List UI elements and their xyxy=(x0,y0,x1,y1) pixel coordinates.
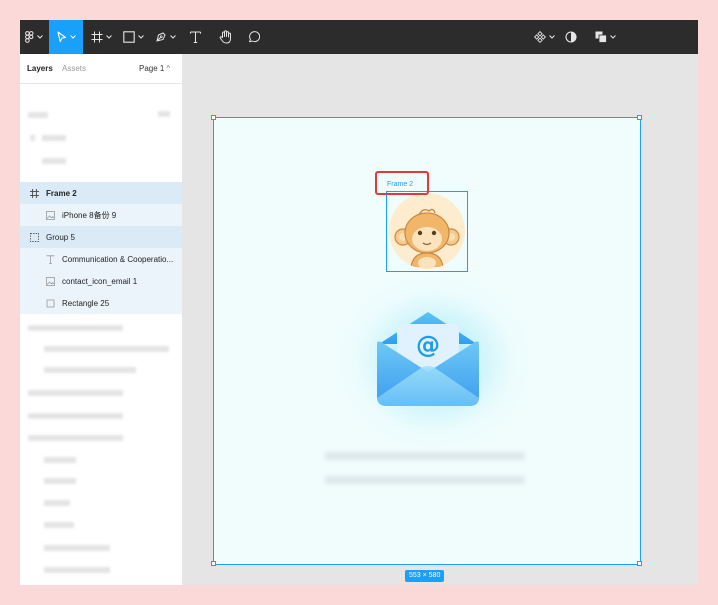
resize-handle[interactable] xyxy=(637,115,642,120)
layers-panel: Layers Assets Page 1 ^ Frame 2 iPhone 8备份… xyxy=(20,54,183,585)
obscured-text xyxy=(325,452,525,460)
chevron-down-icon xyxy=(548,35,555,39)
image-icon xyxy=(44,275,56,287)
obscured-layer xyxy=(28,413,123,419)
obscured-layer xyxy=(42,135,66,141)
contrast-icon xyxy=(565,31,577,43)
main-menu-button[interactable] xyxy=(20,20,48,54)
tab-assets[interactable]: Assets xyxy=(62,64,86,73)
chevron-down-icon xyxy=(137,35,144,39)
layer-row-group-5[interactable]: Group 5 xyxy=(20,226,182,248)
move-tool-button[interactable] xyxy=(49,20,83,54)
obscured-layer xyxy=(28,325,123,331)
obscured-layer xyxy=(158,111,170,117)
layer-row-communication[interactable]: Communication & Cooperatio... xyxy=(20,248,182,270)
mask-button[interactable] xyxy=(560,20,582,54)
layer-label: Frame 2 xyxy=(46,188,77,198)
dimension-badge: 553 × 580 xyxy=(405,570,445,582)
toolbar xyxy=(20,20,698,54)
figma-window: Layers Assets Page 1 ^ Frame 2 iPhone 8备份… xyxy=(20,20,698,585)
obscured-layer xyxy=(44,346,169,352)
chevron-down-icon xyxy=(609,35,616,39)
pen-tool-button[interactable] xyxy=(150,20,180,54)
layer-label: Group 5 xyxy=(46,232,75,242)
layer-row-iphone[interactable]: iPhone 8备份 9 xyxy=(20,204,182,226)
obscured-layer xyxy=(44,567,110,573)
resize-handle[interactable] xyxy=(211,561,216,566)
image-icon xyxy=(44,209,56,221)
layer-label: Rectangle 25 xyxy=(62,298,110,308)
obscured-layer xyxy=(44,367,136,373)
obscured-layer xyxy=(28,112,48,118)
annotation-highlight xyxy=(375,171,429,195)
hand-icon xyxy=(219,30,231,44)
obscured-layer xyxy=(44,545,110,551)
layer-row-frame-2[interactable]: Frame 2 xyxy=(20,182,182,204)
text-tool-button[interactable] xyxy=(183,20,207,54)
layer-label: contact_icon_email 1 xyxy=(62,276,138,286)
at-sign-label: @ xyxy=(416,331,440,359)
obscured-layer xyxy=(44,500,70,506)
chevron-down-icon xyxy=(169,35,176,39)
obscured-layer xyxy=(30,135,35,141)
chevron-up-icon: ^ xyxy=(166,64,171,73)
resize-handle[interactable] xyxy=(211,115,216,120)
obscured-layer xyxy=(28,390,123,396)
layer-label: Communication & Cooperatio... xyxy=(62,254,174,264)
email-envelope-icon[interactable]: @ xyxy=(373,310,483,410)
frame-tool-button[interactable] xyxy=(86,20,116,54)
layer-row-contact-icon[interactable]: contact_icon_email 1 xyxy=(20,270,182,292)
hand-tool-button[interactable] xyxy=(213,20,237,54)
obscured-layer xyxy=(28,435,123,441)
frame-2-selection[interactable] xyxy=(386,191,468,272)
frame-icon xyxy=(91,31,102,43)
layer-row-rectangle-25[interactable]: Rectangle 25 xyxy=(20,292,182,314)
rectangle-icon xyxy=(122,31,135,43)
obscured-text xyxy=(325,476,525,484)
component-icon xyxy=(533,31,546,43)
chevron-down-icon xyxy=(69,35,76,39)
panel-tabs: Layers Assets Page 1 ^ xyxy=(20,54,182,84)
shape-tool-button[interactable] xyxy=(118,20,148,54)
components-button[interactable] xyxy=(529,20,559,54)
tab-layers[interactable]: Layers xyxy=(27,64,53,73)
text-icon xyxy=(44,253,56,265)
chevron-down-icon xyxy=(37,35,43,39)
resize-handle[interactable] xyxy=(637,561,642,566)
group-icon xyxy=(28,231,40,243)
boolean-button[interactable] xyxy=(590,20,620,54)
monkey-icon xyxy=(394,208,460,269)
cursor-icon xyxy=(56,31,66,43)
obscured-layer xyxy=(44,478,76,484)
frame-icon xyxy=(28,187,40,199)
obscured-layer xyxy=(44,457,76,463)
figma-logo-icon xyxy=(25,31,34,43)
layer-label: iPhone 8备份 9 xyxy=(62,210,117,220)
chevron-down-icon xyxy=(105,35,112,39)
page-selector[interactable]: Page 1 ^ xyxy=(139,64,170,73)
comment-icon xyxy=(249,31,260,43)
obscured-layer xyxy=(44,522,74,528)
obscured-layer xyxy=(42,158,66,164)
comment-tool-button[interactable] xyxy=(242,20,266,54)
text-icon xyxy=(189,31,201,43)
pen-icon xyxy=(155,32,166,42)
boolean-union-icon xyxy=(595,31,607,43)
monkey-avatar xyxy=(389,193,465,269)
rectangle-icon xyxy=(44,297,56,309)
page-selector-label: Page 1 xyxy=(139,64,165,73)
